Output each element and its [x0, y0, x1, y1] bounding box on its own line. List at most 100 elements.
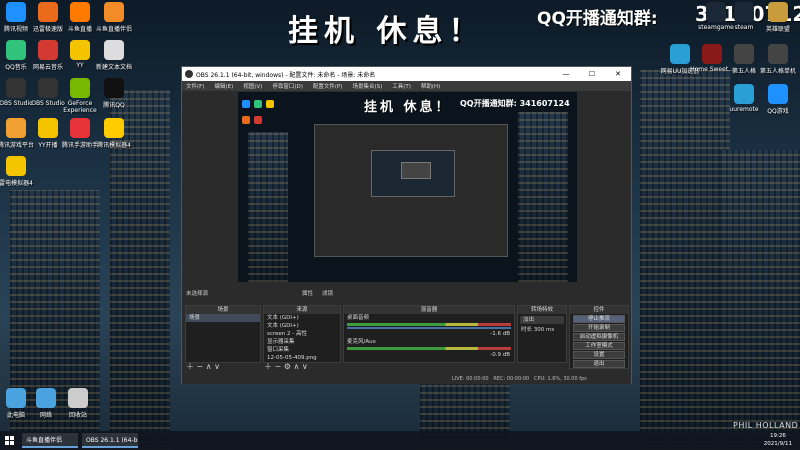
menu-scene-collection[interactable]: 场景集合(S) [352, 82, 382, 90]
mini-desktop-icon [266, 100, 274, 108]
settings-button[interactable]: 设置 [573, 351, 625, 359]
duration-input[interactable]: 300 ms [534, 327, 554, 333]
app-icon [734, 44, 754, 64]
taskbar-item[interactable]: 斗鱼直播伴侣 [22, 433, 78, 448]
controls-panel: 控件 停止推流 开始录制 启动虚拟摄像机 工作室模式 设置 退出 [569, 305, 629, 369]
desktop-icon-label: 腾讯QQ [103, 102, 125, 109]
app-icon [104, 40, 124, 60]
mixer-panel: 混音器 桌面音频 -1.6 dB 麦克风/Aux -0.9 dB [343, 305, 515, 363]
mixer-db: -1.6 dB [490, 331, 510, 337]
volume-meter [347, 323, 511, 326]
mixer-db: -0.9 dB [490, 352, 510, 358]
app-icon [734, 84, 754, 104]
desktop-icon[interactable]: 回收站 [56, 388, 100, 419]
banner-qq-text: QQ开播通知群: [537, 9, 658, 29]
obs-logo-icon [185, 70, 193, 78]
controls-header: 控件 [570, 306, 628, 314]
desktop-icon[interactable]: 英雄联盟 [756, 2, 800, 33]
live-time: LIVE: 00:00:00 [452, 376, 489, 382]
sources-header: 来源 [264, 306, 340, 314]
source-item[interactable]: 窗口采集 [264, 346, 340, 354]
desktop-icon[interactable]: 第五人格单机 [756, 44, 800, 75]
stop-streaming-button[interactable]: 停止推流 [573, 315, 625, 323]
source-item[interactable]: screen 2 - 高性 [264, 330, 340, 338]
obs-window[interactable]: OBS 26.1.1 (64-bit, windows) - 配置文件: 未命名… [181, 66, 632, 384]
app-icon [702, 44, 722, 64]
app-icon [6, 388, 26, 408]
transition-select[interactable]: 淡出 [520, 316, 564, 324]
watermark: PHIL HOLLAND [733, 421, 799, 430]
exit-button[interactable]: 退出 [573, 360, 625, 368]
menu-docks[interactable]: 停靠窗口(D) [272, 82, 303, 90]
properties-button[interactable]: 属性 [302, 289, 313, 297]
menu-file[interactable]: 文件(F) [186, 82, 204, 90]
add-scene-button[interactable]: ＋ − ∧ ∨ [186, 361, 220, 372]
desktop-icon[interactable]: QQ游戏 [756, 84, 800, 115]
studio-mode-button[interactable]: 工作室模式 [573, 342, 625, 350]
desktop-icon[interactable]: 腾讯QQ [92, 78, 136, 109]
minimize-button[interactable]: — [553, 67, 579, 81]
add-source-button[interactable]: ＋ − ⚙ ∧ ∨ [264, 361, 308, 372]
menu-view[interactable]: 视图(V) [243, 82, 262, 90]
app-icon [36, 388, 56, 408]
scenes-header: 场景 [186, 306, 260, 314]
desktop-icon-label: QQ游戏 [767, 108, 789, 115]
windows-start-icon[interactable] [0, 431, 18, 450]
obs-preview[interactable]: 挂机 休息！ QQ开播通知群: 341607124 [238, 92, 577, 282]
source-item[interactable]: 文本 (GDI+) [264, 322, 340, 330]
desktop-icon[interactable]: 腾讯模拟器4 [92, 118, 136, 149]
nested-obs-preview [371, 150, 455, 197]
maximize-button[interactable]: ☐ [579, 67, 605, 81]
close-button[interactable]: ✕ [605, 67, 631, 81]
menu-profile[interactable]: 配置文件(P) [313, 82, 343, 90]
desktop-icon-label: 英雄联盟 [765, 26, 790, 33]
scene-item[interactable]: 场景 [186, 314, 260, 322]
banner-title: 挂机 休息！ [288, 14, 485, 49]
menu-help[interactable]: 帮助(H) [421, 82, 440, 90]
volume-slider[interactable] [347, 327, 511, 329]
desktop-icon[interactable]: 新建文本文档 [92, 40, 136, 71]
app-icon [6, 2, 26, 22]
taskbar-clock[interactable]: 19:26 2021/9/11 [764, 432, 792, 448]
app-icon [768, 2, 788, 22]
mini-desktop-icon [254, 116, 262, 124]
desktop-icon[interactable]: 斗鱼直播伴侣 [92, 2, 136, 33]
filters-button[interactable]: 滤镜 [322, 289, 333, 297]
desktop-icon-label: 第五人格单机 [759, 68, 796, 75]
transitions-header: 转场特效 [518, 306, 566, 314]
app-icon [38, 78, 58, 98]
taskbar: 斗鱼直播伴侣 OBS 26.1.1 (64-bi... [0, 431, 800, 450]
menu-tools[interactable]: 工具(T) [392, 82, 411, 90]
app-icon [38, 118, 58, 138]
duration-label: 时长 [521, 327, 533, 333]
app-icon [768, 84, 788, 104]
source-item[interactable]: 显示器采集 [264, 338, 340, 346]
taskbar-item[interactable]: OBS 26.1.1 (64-bi... [82, 433, 138, 448]
source-item[interactable]: 文本 (GDI+) [264, 314, 340, 322]
obs-statusbar: LIVE: 00:00:00 REC: 00:00:00 CPU: 1.6%, … [182, 375, 631, 384]
app-icon [70, 118, 90, 138]
obs-titlebar[interactable]: OBS 26.1.1 (64-bit, windows) - 配置文件: 未命名… [182, 67, 631, 81]
app-icon [104, 78, 124, 98]
mini-desktop-icon [254, 100, 262, 108]
app-icon [734, 2, 754, 22]
desktop-icon-label: 雷电模拟器4 [0, 180, 33, 187]
menu-edit[interactable]: 编辑(E) [214, 82, 233, 90]
nested-obs-preview-2 [401, 162, 431, 179]
app-icon [670, 44, 690, 64]
clock-time: 19:26 [769, 433, 786, 439]
app-icon [768, 44, 788, 64]
start-recording-button[interactable]: 开始录制 [573, 324, 625, 332]
mixer-channel-name: 麦克风/Aux [347, 339, 376, 345]
sources-panel: 来源 文本 (GDI+) 文本 (GDI+) screen 2 - 高性 显示器… [263, 305, 341, 363]
app-icon [104, 2, 124, 22]
app-icon [6, 156, 26, 176]
building [720, 150, 800, 450]
app-icon [68, 388, 88, 408]
volume-meter [347, 347, 511, 350]
mixer-header: 混音器 [344, 306, 514, 314]
app-icon [70, 40, 90, 60]
app-icon [38, 2, 58, 22]
desktop-icon[interactable]: 雷电模拟器4 [0, 156, 38, 187]
virtual-camera-button[interactable]: 启动虚拟摄像机 [573, 333, 625, 341]
